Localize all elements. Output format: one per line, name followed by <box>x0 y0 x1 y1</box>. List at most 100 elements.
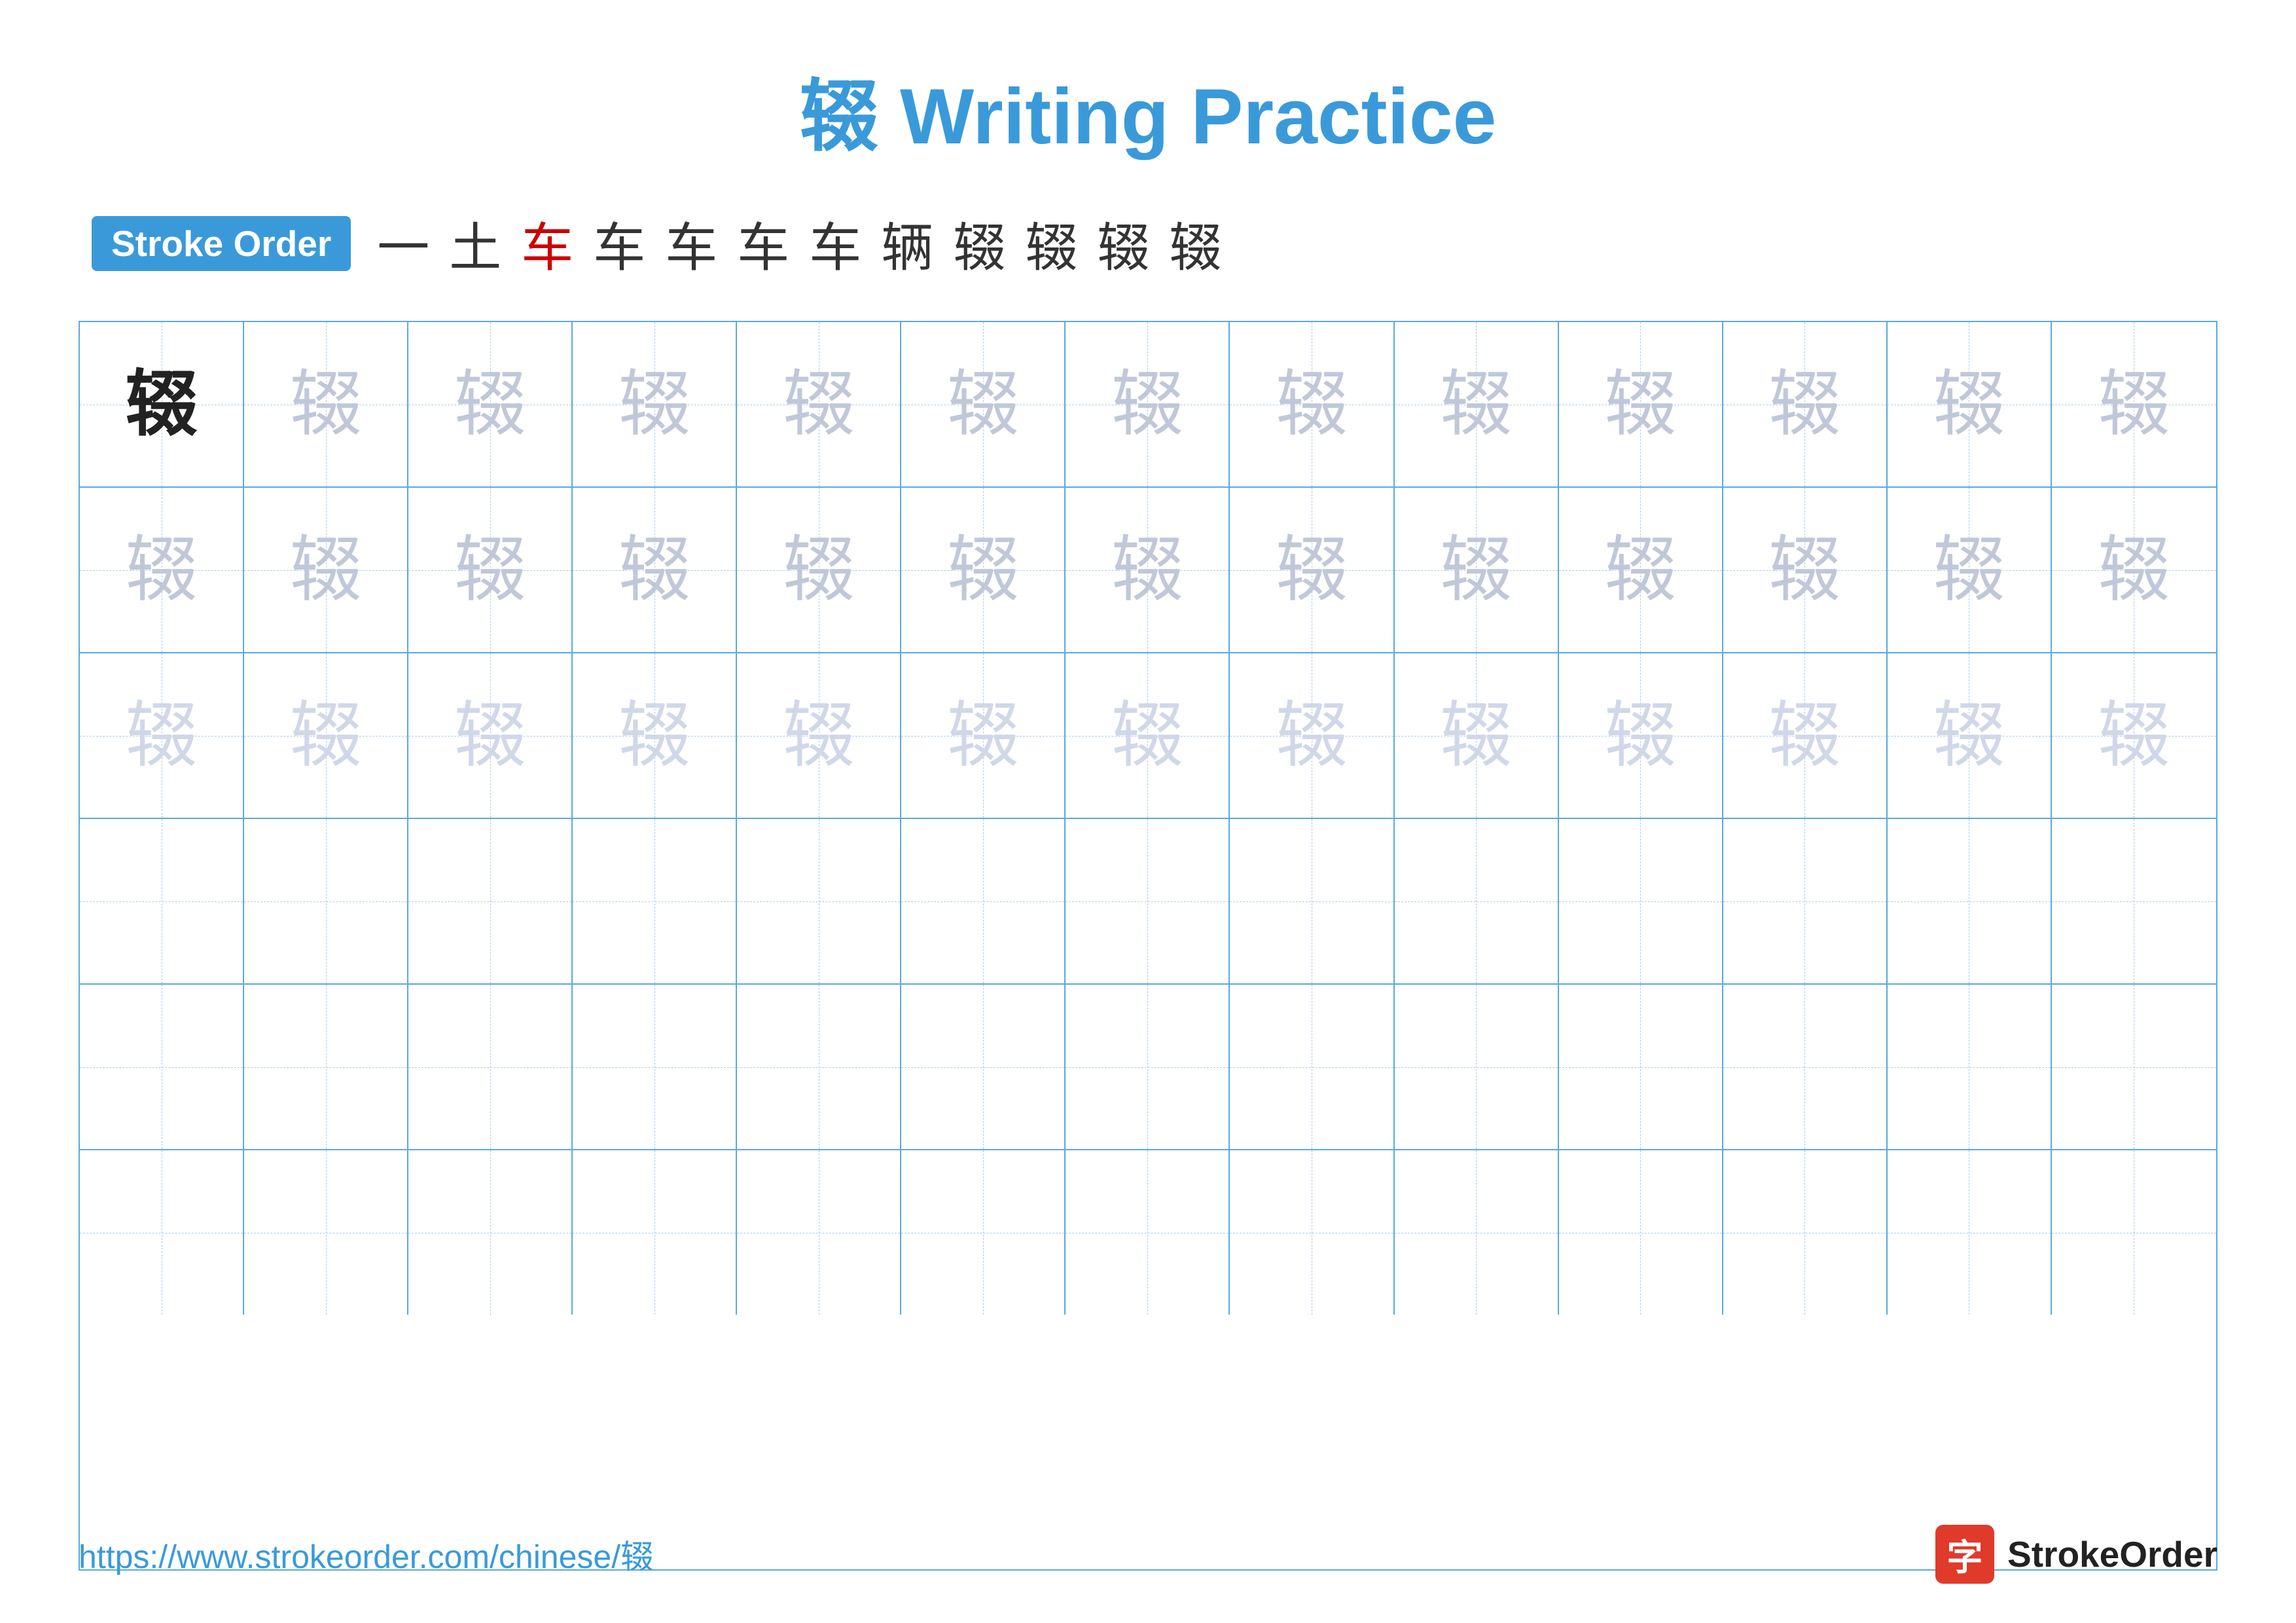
cell-5-3[interactable] <box>408 985 573 1149</box>
cell-4-8[interactable] <box>1230 819 1394 983</box>
cell-5-7[interactable] <box>1066 985 1230 1149</box>
char-light2: 辍 <box>1276 700 1348 772</box>
cell-1-2[interactable]: 辍 <box>244 322 408 486</box>
char-light1: 辍 <box>947 369 1019 441</box>
cell-2-1[interactable]: 辍 <box>80 488 244 652</box>
char-light2: 辍 <box>454 700 526 772</box>
cell-4-3[interactable] <box>408 819 573 983</box>
cell-3-1[interactable]: 辍 <box>80 653 244 818</box>
cell-4-9[interactable] <box>1395 819 1559 983</box>
cell-3-13[interactable]: 辍 <box>2052 653 2216 818</box>
cell-2-11[interactable]: 辍 <box>1723 488 1888 652</box>
stroke-12: 辍 <box>1169 206 1221 282</box>
cell-2-6[interactable]: 辍 <box>901 488 1066 652</box>
cell-1-9[interactable]: 辍 <box>1395 322 1559 486</box>
char-light1: 辍 <box>1276 369 1348 441</box>
cell-1-4[interactable]: 辍 <box>573 322 737 486</box>
cell-4-1[interactable] <box>80 819 244 983</box>
cell-4-11[interactable] <box>1723 819 1888 983</box>
cell-4-12[interactable] <box>1888 819 2052 983</box>
cell-6-11[interactable] <box>1723 1150 1888 1315</box>
char-light1: 辍 <box>1111 369 1183 441</box>
cell-6-3[interactable] <box>408 1150 573 1315</box>
cell-6-10[interactable] <box>1559 1150 1723 1315</box>
cell-6-4[interactable] <box>573 1150 737 1315</box>
cell-2-3[interactable]: 辍 <box>408 488 573 652</box>
cell-2-13[interactable]: 辍 <box>2052 488 2216 652</box>
cell-1-8[interactable]: 辍 <box>1230 322 1394 486</box>
stroke-1: 一 <box>377 206 429 282</box>
cell-6-5[interactable] <box>737 1150 901 1315</box>
cell-1-13[interactable]: 辍 <box>2052 322 2216 486</box>
cell-1-11[interactable]: 辍 <box>1723 322 1888 486</box>
cell-2-2[interactable]: 辍 <box>244 488 408 652</box>
cell-2-10[interactable]: 辍 <box>1559 488 1723 652</box>
char-light1: 辍 <box>1768 369 1840 441</box>
cell-1-10[interactable]: 辍 <box>1559 322 1723 486</box>
cell-2-4[interactable]: 辍 <box>573 488 737 652</box>
cell-5-9[interactable] <box>1395 985 1559 1149</box>
cell-6-13[interactable] <box>2052 1150 2216 1315</box>
cell-6-9[interactable] <box>1395 1150 1559 1315</box>
cell-2-7[interactable]: 辍 <box>1066 488 1230 652</box>
cell-4-4[interactable] <box>573 819 737 983</box>
cell-4-13[interactable] <box>2052 819 2216 983</box>
cell-4-5[interactable] <box>737 819 901 983</box>
cell-6-1[interactable] <box>80 1150 244 1315</box>
cell-5-11[interactable] <box>1723 985 1888 1149</box>
cell-3-3[interactable]: 辍 <box>408 653 573 818</box>
cell-2-9[interactable]: 辍 <box>1395 488 1559 652</box>
footer-url: https://www.strokeorder.com/chinese/辍 <box>79 1531 653 1578</box>
cell-5-8[interactable] <box>1230 985 1394 1149</box>
cell-2-5[interactable]: 辍 <box>737 488 901 652</box>
cell-3-4[interactable]: 辍 <box>573 653 737 818</box>
cell-3-2[interactable]: 辍 <box>244 653 408 818</box>
cell-6-7[interactable] <box>1066 1150 1230 1315</box>
grid-row-4 <box>80 819 2216 985</box>
char-light2: 辍 <box>1604 700 1676 772</box>
cell-3-6[interactable]: 辍 <box>901 653 1066 818</box>
cell-3-9[interactable]: 辍 <box>1395 653 1559 818</box>
cell-2-12[interactable]: 辍 <box>1888 488 2052 652</box>
cell-4-10[interactable] <box>1559 819 1723 983</box>
cell-6-2[interactable] <box>244 1150 408 1315</box>
cell-4-7[interactable] <box>1066 819 1230 983</box>
cell-1-12[interactable]: 辍 <box>1888 322 2052 486</box>
char-light1: 辍 <box>1440 534 1512 606</box>
char-light1: 辍 <box>1604 534 1676 606</box>
cell-5-4[interactable] <box>573 985 737 1149</box>
grid-row-1: 辍 辍 辍 辍 辍 辍 辍 辍 辍 辍 辍 辍 辍 <box>80 322 2216 488</box>
cell-1-6[interactable]: 辍 <box>901 322 1066 486</box>
char-light1: 辍 <box>1276 534 1348 606</box>
cell-5-6[interactable] <box>901 985 1066 1149</box>
cell-2-8[interactable]: 辍 <box>1230 488 1394 652</box>
practice-grid[interactable]: 辍 辍 辍 辍 辍 辍 辍 辍 辍 辍 辍 辍 辍 辍 辍 辍 辍 辍 辍 辍 … <box>79 321 2217 1571</box>
cell-3-12[interactable]: 辍 <box>1888 653 2052 818</box>
char-light2: 辍 <box>1768 700 1840 772</box>
cell-5-12[interactable] <box>1888 985 2052 1149</box>
grid-row-5 <box>80 985 2216 1150</box>
cell-1-7[interactable]: 辍 <box>1066 322 1230 486</box>
cell-6-8[interactable] <box>1230 1150 1394 1315</box>
cell-5-2[interactable] <box>244 985 408 1149</box>
cell-6-6[interactable] <box>901 1150 1066 1315</box>
cell-5-1[interactable] <box>80 985 244 1149</box>
cell-3-10[interactable]: 辍 <box>1559 653 1723 818</box>
cell-4-2[interactable] <box>244 819 408 983</box>
cell-5-5[interactable] <box>737 985 901 1149</box>
grid-row-2: 辍 辍 辍 辍 辍 辍 辍 辍 辍 辍 辍 辍 辍 <box>80 488 2216 653</box>
cell-5-10[interactable] <box>1559 985 1723 1149</box>
cell-6-12[interactable] <box>1888 1150 2052 1315</box>
page: 辍 Writing Practice Stroke Order 一 土 车 车 … <box>0 0 2296 1623</box>
cell-5-13[interactable] <box>2052 985 2216 1149</box>
cell-3-11[interactable]: 辍 <box>1723 653 1888 818</box>
cell-1-5[interactable]: 辍 <box>737 322 901 486</box>
char-light2: 辍 <box>1111 700 1183 772</box>
cell-3-7[interactable]: 辍 <box>1066 653 1230 818</box>
cell-4-6[interactable] <box>901 819 1066 983</box>
cell-1-3[interactable]: 辍 <box>408 322 573 486</box>
stroke-4: 车 <box>593 206 645 282</box>
cell-1-1[interactable]: 辍 <box>80 322 244 486</box>
cell-3-5[interactable]: 辍 <box>737 653 901 818</box>
cell-3-8[interactable]: 辍 <box>1230 653 1394 818</box>
